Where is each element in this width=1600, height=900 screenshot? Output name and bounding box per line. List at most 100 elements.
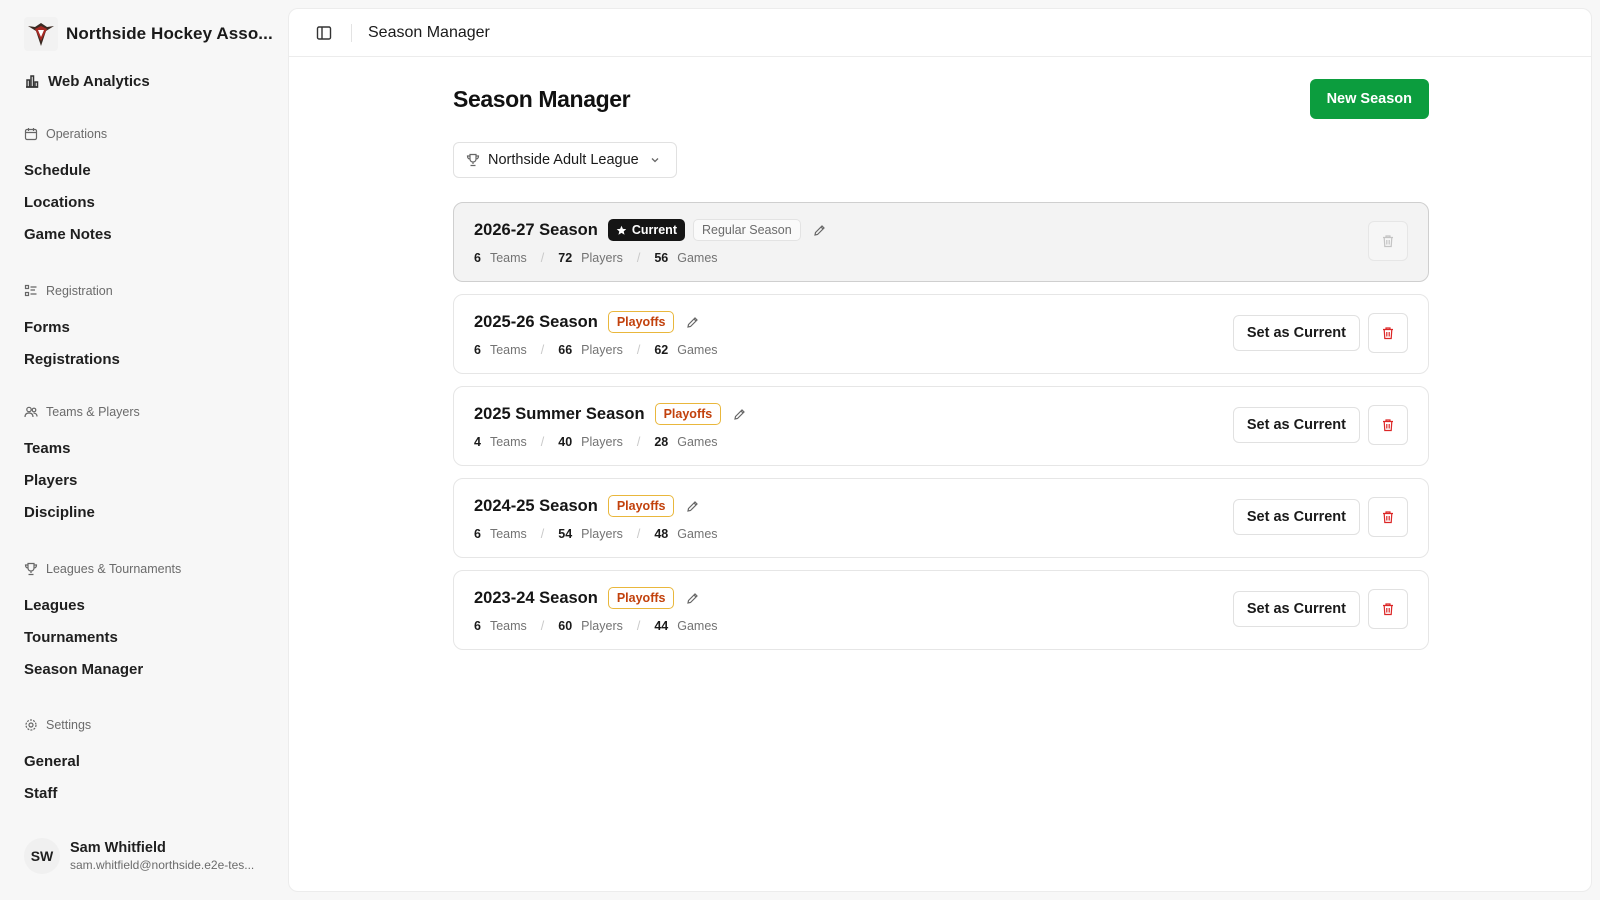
gear-icon [25, 719, 37, 731]
trash-icon [1383, 235, 1393, 248]
pencil-icon[interactable] [686, 592, 699, 605]
season-name: 2024-25 Season [474, 496, 598, 515]
group-title-operations: Operations [46, 127, 108, 141]
group-leagues-tournaments: Leagues & Tournaments Leagues Tournament… [24, 559, 181, 687]
sidebar-item-players[interactable]: Players [24, 462, 140, 498]
team-logo-icon [24, 17, 58, 51]
season-name: 2026-27 Season [474, 220, 598, 239]
new-season-button[interactable]: New Season [1309, 79, 1429, 119]
teams-count: 6 [474, 251, 481, 265]
breadcrumb: Season Manager [368, 23, 490, 41]
set-as-current-button[interactable]: Set as Current [1232, 315, 1360, 351]
stat-separator: / [636, 343, 641, 357]
nav-web-analytics[interactable]: Web Analytics [24, 70, 150, 92]
chevron-down-icon [651, 158, 659, 163]
sidebar-item-forms[interactable]: Forms [24, 309, 120, 345]
stat-separator: / [540, 343, 545, 357]
season-card: 2025-26 Season Playoffs 6 Teams / 66 Pla… [453, 294, 1429, 374]
games-count: 28 [654, 435, 669, 449]
season-stats: 6 Teams / 60 Players / 44 Games [474, 617, 718, 635]
games-label: Games [677, 435, 718, 449]
stat-separator: / [540, 251, 545, 265]
pencil-icon[interactable] [686, 316, 699, 329]
sidebar-item-general[interactable]: General [24, 743, 91, 779]
pencil-icon[interactable] [813, 224, 826, 237]
stat-separator: / [636, 527, 641, 541]
group-operations: Operations Schedule Locations Game Notes [24, 124, 112, 252]
users-icon [24, 406, 38, 418]
sidebar-item-season-manager[interactable]: Season Manager [24, 651, 181, 687]
season-type-badge: Playoffs [607, 587, 675, 609]
sidebar-item-tournaments[interactable]: Tournaments [24, 619, 181, 655]
players-count: 60 [558, 619, 573, 633]
current-badge-label: Current [631, 223, 677, 237]
season-card: 2026-27 Season Current Regular Season 6 … [453, 202, 1429, 282]
season-name: 2025 Summer Season [474, 404, 645, 423]
sidebar-item-registrations[interactable]: Registrations [24, 341, 120, 377]
stat-separator: / [540, 619, 545, 633]
season-stats: 4 Teams / 40 Players / 28 Games [474, 433, 718, 451]
trophy-icon [466, 153, 480, 167]
games-count: 44 [654, 619, 669, 633]
games-label: Games [677, 527, 718, 541]
players-label: Players [581, 619, 623, 633]
list-icon [24, 284, 37, 297]
sidebar-item-teams[interactable]: Teams [24, 430, 140, 466]
season-stats: 6 Teams / 54 Players / 48 Games [474, 525, 718, 543]
delete-season-button[interactable] [1368, 405, 1408, 445]
sidebar: Northside Hockey Asso... Web Analytics O… [0, 0, 288, 900]
players-label: Players [581, 435, 623, 449]
season-stats: 6 Teams / 72 Players / 56 Games [474, 249, 718, 267]
group-title-registration: Registration [46, 284, 113, 298]
set-as-current-button[interactable]: Set as Current [1232, 407, 1360, 443]
stat-separator: / [540, 527, 545, 541]
teams-count: 4 [474, 435, 481, 449]
page-header: Season Manager New Season [453, 79, 1429, 119]
players-count: 66 [558, 343, 573, 357]
bar-chart-icon [26, 75, 39, 88]
players-count: 72 [558, 251, 573, 265]
season-card: 2024-25 Season Playoffs 6 Teams / 54 Pla… [453, 478, 1429, 558]
stat-separator: / [636, 619, 641, 633]
season-name: 2023-24 Season [474, 588, 598, 607]
group-title-settings: Settings [46, 718, 92, 732]
league-select[interactable]: Northside Adult League [453, 142, 677, 178]
delete-season-button[interactable] [1368, 221, 1408, 261]
delete-season-button[interactable] [1368, 497, 1408, 537]
nav-web-analytics-label: Web Analytics [48, 72, 150, 90]
teams-label: Teams [489, 343, 527, 357]
star-icon [616, 225, 627, 235]
teams-label: Teams [489, 619, 527, 633]
current-badge: Current [607, 219, 685, 241]
sidebar-item-staff[interactable]: Staff [24, 775, 91, 811]
sidebar-item-game-notes[interactable]: Game Notes [24, 216, 112, 252]
games-label: Games [677, 343, 718, 357]
teams-label: Teams [489, 435, 527, 449]
user-menu[interactable]: SW Sam Whitfield sam.whitfield@northside… [24, 838, 270, 874]
trash-icon [1383, 327, 1393, 340]
games-label: Games [677, 619, 718, 633]
players-label: Players [581, 251, 623, 265]
sidebar-item-discipline[interactable]: Discipline [24, 494, 140, 530]
page-title: Season Manager [453, 85, 631, 112]
trash-icon [1383, 419, 1393, 432]
season-name: 2025-26 Season [474, 312, 598, 331]
season-type-badge: Regular Season [693, 219, 801, 241]
pencil-icon[interactable] [733, 408, 746, 421]
group-title-teams-players: Teams & Players [46, 405, 140, 419]
brand[interactable]: Northside Hockey Asso... [24, 17, 273, 51]
sidebar-item-leagues[interactable]: Leagues [24, 587, 181, 623]
user-email: sam.whitfield@northside.e2e-tes... [70, 858, 255, 872]
sidebar-item-schedule[interactable]: Schedule [24, 152, 112, 188]
games-count: 56 [654, 251, 669, 265]
sidebar-toggle-icon[interactable] [315, 24, 333, 42]
delete-season-button[interactable] [1368, 589, 1408, 629]
pencil-icon[interactable] [686, 500, 699, 513]
delete-season-button[interactable] [1368, 313, 1408, 353]
set-as-current-button[interactable]: Set as Current [1232, 591, 1360, 627]
set-as-current-button[interactable]: Set as Current [1232, 499, 1360, 535]
content: Season Manager New Season Northside Adul… [453, 79, 1429, 662]
group-title-leagues-tournaments: Leagues & Tournaments [46, 562, 182, 576]
sidebar-item-locations[interactable]: Locations [24, 184, 112, 220]
season-card: 2025 Summer Season Playoffs 4 Teams / 40… [453, 386, 1429, 466]
